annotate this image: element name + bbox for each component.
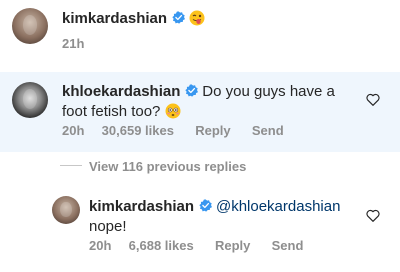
reply-button[interactable]: Reply (195, 123, 230, 138)
reply-button[interactable]: Reply (215, 238, 250, 253)
mention-link[interactable]: @khloekardashian (216, 198, 340, 215)
likes-count[interactable]: 6,688 likes (129, 238, 194, 253)
reply-time: 20h (89, 238, 112, 253)
verified-badge-icon (185, 84, 198, 97)
like-heart-icon[interactable] (366, 93, 380, 106)
comment-text-line2: foot fetish too? (62, 103, 161, 120)
verified-badge-icon (198, 199, 212, 212)
avatar-kimkardashian[interactable] (12, 8, 48, 44)
verified-badge-icon (171, 11, 185, 24)
reply-actions: 20h 6,688 likes Reply Send (89, 238, 303, 253)
tongue-out-wink-emoji-icon (189, 10, 205, 26)
comment-body: khloekardashian Do you guys have a foot … (62, 82, 335, 122)
send-button[interactable]: Send (272, 238, 304, 253)
flushed-face-emoji-icon (165, 103, 181, 119)
username[interactable]: kimkardashian (89, 198, 194, 215)
like-heart-icon[interactable] (366, 209, 380, 222)
username[interactable]: kimkardashian (62, 10, 167, 27)
comment-header: kimkardashian (62, 10, 205, 28)
avatar-kimkardashian[interactable] (52, 196, 80, 224)
comment-time: 20h (62, 123, 85, 138)
view-previous-replies-button[interactable]: View 116 previous replies (89, 159, 246, 174)
reply-body: kimkardashian @khloekardashian nope! (89, 197, 340, 237)
send-button[interactable]: Send (252, 123, 284, 138)
avatar-khloekardashian[interactable] (12, 82, 48, 118)
comment-time: 21h (62, 36, 85, 51)
username[interactable]: khloekardashian (62, 83, 180, 100)
comment-actions: 20h 30,659 likes Reply Send (62, 123, 284, 138)
reply-text: nope! (89, 218, 127, 235)
likes-count[interactable]: 30,659 likes (102, 123, 174, 138)
replies-divider (60, 165, 82, 166)
comment-text-line1: Do you guys have a (202, 83, 335, 100)
